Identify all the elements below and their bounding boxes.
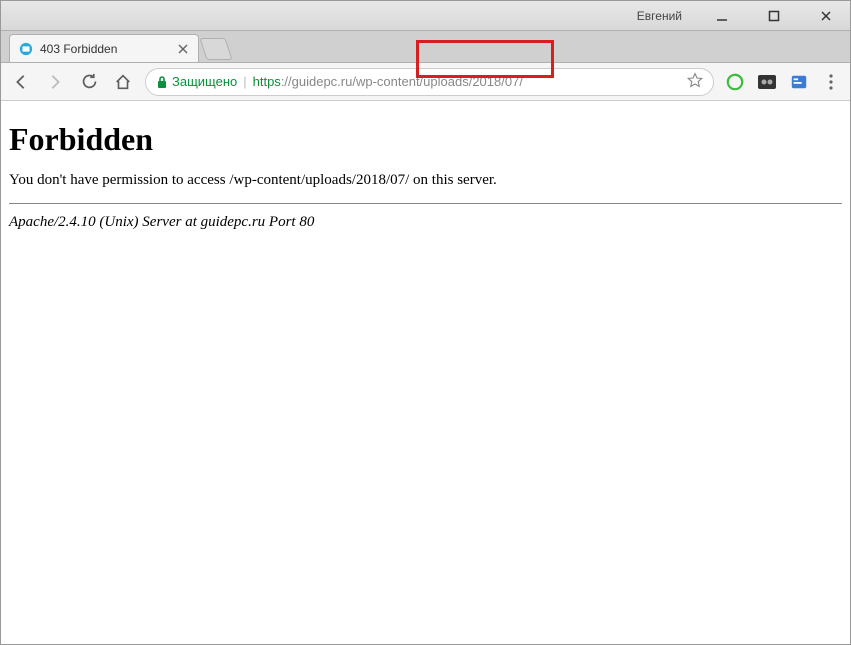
page-content: Forbidden You don't have permission to a…	[1, 101, 850, 255]
window-user-label: Евгений	[637, 9, 682, 23]
extension-icon-2[interactable]	[756, 71, 778, 93]
browser-tab[interactable]: 403 Forbidden	[9, 34, 199, 62]
browser-menu-button[interactable]	[820, 71, 842, 93]
forward-button[interactable]	[43, 70, 67, 94]
window-minimize-button[interactable]	[702, 2, 742, 30]
new-tab-button[interactable]	[199, 38, 232, 60]
browser-toolbar: Защищено | https://guidepc.ru/wp-content…	[1, 63, 850, 101]
page-heading: Forbidden	[9, 121, 842, 158]
server-signature: Apache/2.4.10 (Unix) Server at guidepc.r…	[9, 214, 842, 231]
bookmark-star-button[interactable]	[687, 72, 703, 91]
lock-icon	[156, 75, 168, 89]
window-maximize-button[interactable]	[754, 2, 794, 30]
tab-title: 403 Forbidden	[40, 42, 170, 56]
tab-close-button[interactable]	[176, 42, 190, 56]
extension-icon-3[interactable]	[788, 71, 810, 93]
omnibox-divider: |	[243, 74, 246, 89]
window-titlebar: Евгений	[1, 1, 850, 31]
url-scheme: https	[253, 74, 281, 89]
secure-label: Защищено	[172, 74, 237, 89]
page-favicon-icon	[18, 41, 34, 57]
tab-strip: 403 Forbidden	[1, 31, 850, 63]
home-button[interactable]	[111, 70, 135, 94]
reload-button[interactable]	[77, 70, 101, 94]
address-bar[interactable]: Защищено | https://guidepc.ru/wp-content…	[145, 68, 714, 96]
back-button[interactable]	[9, 70, 33, 94]
url-text: https://guidepc.ru/wp-content/uploads/20…	[253, 74, 523, 89]
error-message: You don't have permission to access /wp-…	[9, 172, 842, 189]
window-close-button[interactable]	[806, 2, 846, 30]
content-divider	[9, 203, 842, 204]
url-path: ://guidepc.ru/wp-content/uploads/2018/07…	[281, 74, 523, 89]
secure-indicator: Защищено	[156, 74, 237, 89]
extension-icon-1[interactable]	[724, 71, 746, 93]
